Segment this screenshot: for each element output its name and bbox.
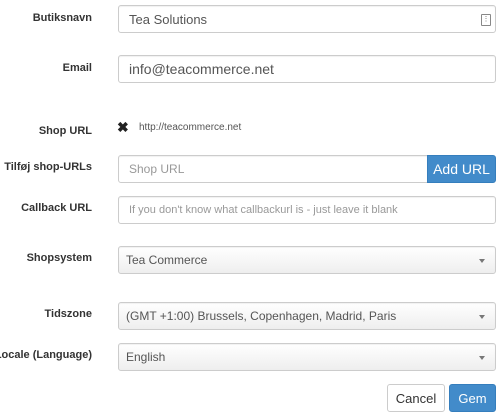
shop-system-value: Tea Commerce xyxy=(126,253,208,267)
email-label: Email xyxy=(62,62,92,74)
chevron-down-icon xyxy=(479,356,485,360)
shop-url-placeholder: Shop URL xyxy=(129,162,185,176)
callback-url-placeholder: If you don't know what callbackurl is - … xyxy=(129,204,398,216)
email-input[interactable]: info@teacommerce.net xyxy=(118,55,496,83)
timezone-select[interactable]: (GMT +1:00) Brussels, Copenhagen, Madrid… xyxy=(118,302,496,330)
shop-url-input[interactable]: Shop URL xyxy=(118,155,428,183)
shop-url-label: Shop URL xyxy=(38,125,92,137)
shop-system-label: Shopsystem xyxy=(26,252,92,264)
add-url-button[interactable]: Add URL xyxy=(427,155,496,183)
timezone-value: (GMT +1:00) Brussels, Copenhagen, Madrid… xyxy=(126,309,397,323)
callback-url-label: Callback URL xyxy=(21,202,92,214)
shop-name-label: Butiksnavn xyxy=(32,12,92,24)
locale-select[interactable]: English xyxy=(118,343,496,371)
save-button[interactable]: Gem xyxy=(449,384,496,412)
callback-url-input[interactable]: If you don't know what callbackurl is - … xyxy=(118,196,496,224)
remove-url-icon[interactable]: ✖ xyxy=(117,119,129,136)
chevron-down-icon xyxy=(479,259,485,263)
timezone-label: Tidszone xyxy=(44,308,92,320)
shop-name-value: Tea Solutions xyxy=(129,11,208,27)
autofill-icon[interactable]: ⋮ xyxy=(481,14,491,26)
cancel-button[interactable]: Cancel xyxy=(387,384,445,412)
chevron-down-icon xyxy=(479,315,485,319)
shop-system-select[interactable]: Tea Commerce xyxy=(118,246,496,274)
shop-url-item: http://teacommerce.net xyxy=(139,122,242,133)
shop-name-input[interactable]: Tea Solutions ⋮ xyxy=(118,5,496,33)
add-shop-url-label: Tilføj shop-URLs xyxy=(4,161,92,173)
locale-value: English xyxy=(126,350,166,364)
locale-label: Locale (Language) xyxy=(0,349,92,361)
email-value: info@teacommerce.net xyxy=(129,61,274,77)
